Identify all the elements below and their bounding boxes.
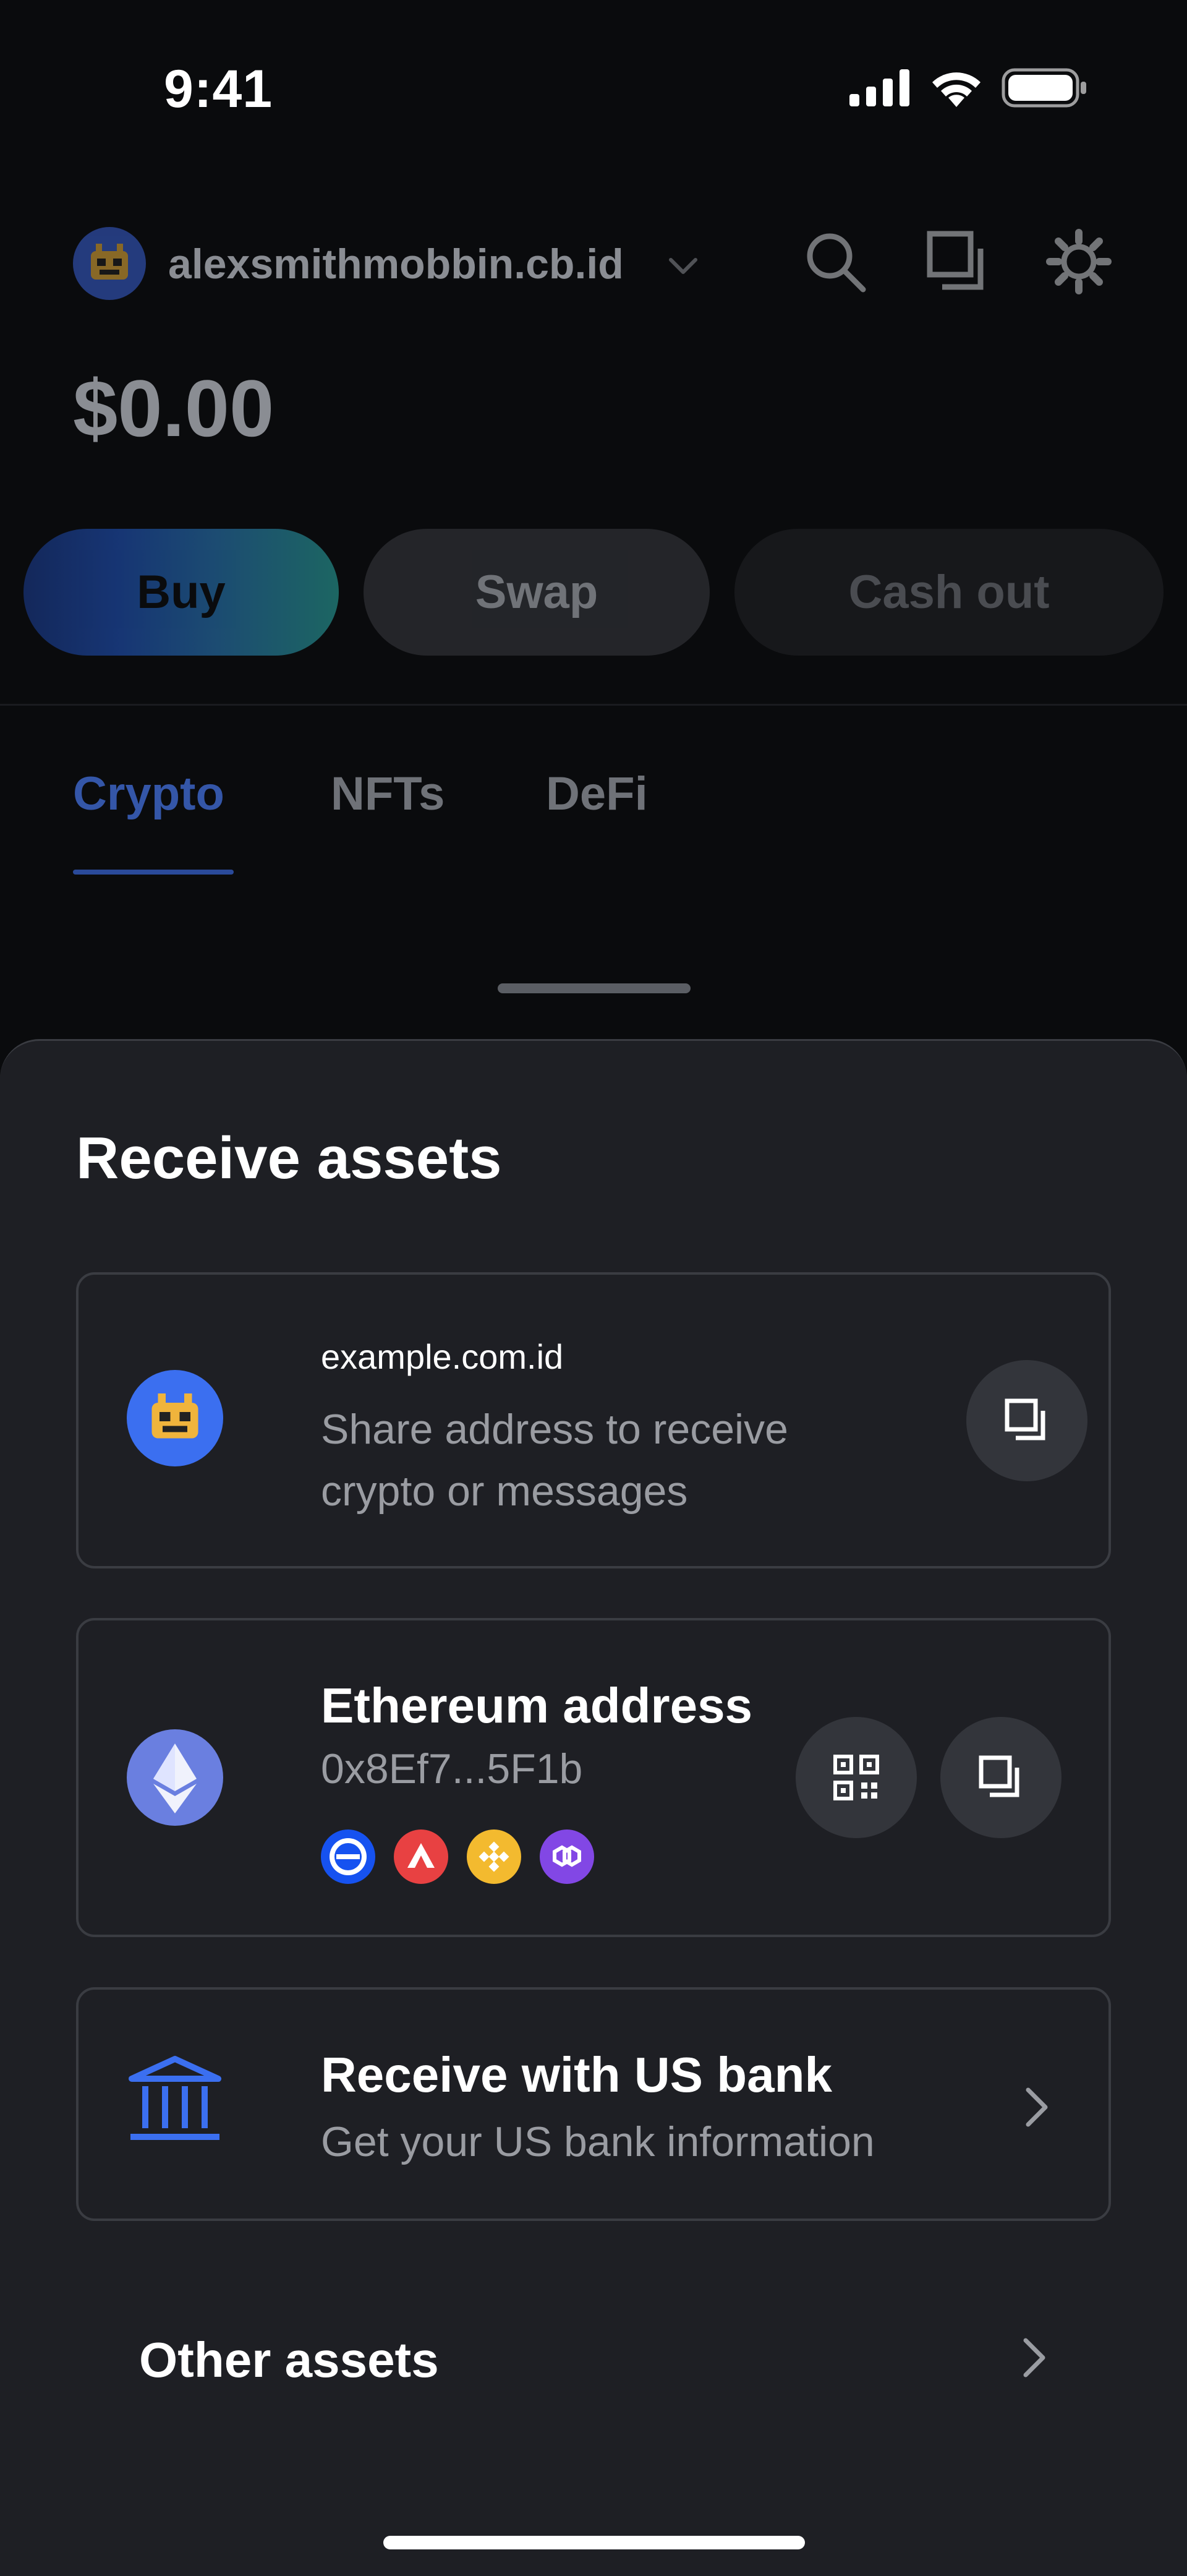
name-description-line1: Share address to receive xyxy=(321,1406,788,1453)
ethereum-icon xyxy=(127,1729,223,1826)
battery-icon xyxy=(1002,68,1086,108)
robot-avatar-icon xyxy=(127,1370,223,1466)
qr-code-icon xyxy=(833,1755,879,1800)
copy-icon[interactable] xyxy=(924,228,992,296)
tab-active-indicator xyxy=(73,870,234,875)
polygon-icon xyxy=(540,1829,594,1884)
ethereum-address-card[interactable]: Ethereum address 0x8Ef7...5F1b xyxy=(76,1618,1111,1937)
tab-crypto[interactable]: Crypto xyxy=(73,767,224,821)
tab-defi[interactable]: DeFi xyxy=(546,767,648,821)
copy-icon xyxy=(979,1755,1019,1797)
wifi-icon xyxy=(932,72,981,107)
swap-button[interactable]: Swap xyxy=(364,529,710,656)
status-icons xyxy=(849,68,1088,108)
home-indicator[interactable] xyxy=(383,2536,805,2549)
buy-button[interactable]: Buy xyxy=(23,529,339,656)
ethereum-address: 0x8Ef7...5F1b xyxy=(321,1745,583,1792)
name-label: example.com.id xyxy=(321,1337,564,1376)
ethereum-title: Ethereum address xyxy=(321,1678,753,1733)
copy-name-button[interactable] xyxy=(966,1360,1087,1481)
show-qr-button[interactable] xyxy=(796,1717,917,1838)
base-icon xyxy=(321,1829,375,1884)
us-bank-title: Receive with US bank xyxy=(321,2047,832,2102)
divider xyxy=(0,704,1187,706)
status-time: 9:41 xyxy=(164,59,273,119)
other-assets-label: Other assets xyxy=(139,2332,439,2387)
search-icon[interactable] xyxy=(801,228,869,296)
sheet-title: Receive assets xyxy=(76,1125,502,1191)
bank-icon xyxy=(129,2056,221,2140)
chain-icons xyxy=(321,1829,594,1884)
balance: $0.00 xyxy=(73,363,274,453)
account-name[interactable]: alexsmithmobbin.cb.id xyxy=(168,240,624,288)
tab-nfts[interactable]: NFTs xyxy=(331,767,445,821)
robot-avatar-icon xyxy=(91,244,128,280)
account-avatar[interactable] xyxy=(73,227,146,300)
signal-icon xyxy=(849,69,909,106)
us-bank-description: Get your US bank information xyxy=(321,2118,875,2165)
us-bank-card[interactable]: Receive with US bank Get your US bank in… xyxy=(76,1987,1111,2221)
chevron-right-icon xyxy=(1026,2087,1048,2127)
sheet-grabber[interactable] xyxy=(498,983,691,993)
copy-icon xyxy=(1005,1398,1045,1440)
avalanche-icon xyxy=(394,1829,448,1884)
gear-icon[interactable] xyxy=(1045,228,1113,296)
copy-address-button[interactable] xyxy=(940,1717,1061,1838)
name-description-line2: crypto or messages xyxy=(321,1468,688,1515)
bnb-icon xyxy=(467,1829,521,1884)
chevron-down-icon[interactable] xyxy=(665,247,702,285)
cash-out-button[interactable]: Cash out xyxy=(734,529,1164,656)
chevron-right-icon xyxy=(1023,2338,1045,2377)
name-address-card[interactable]: example.com.id Share address to receive … xyxy=(76,1272,1111,1568)
